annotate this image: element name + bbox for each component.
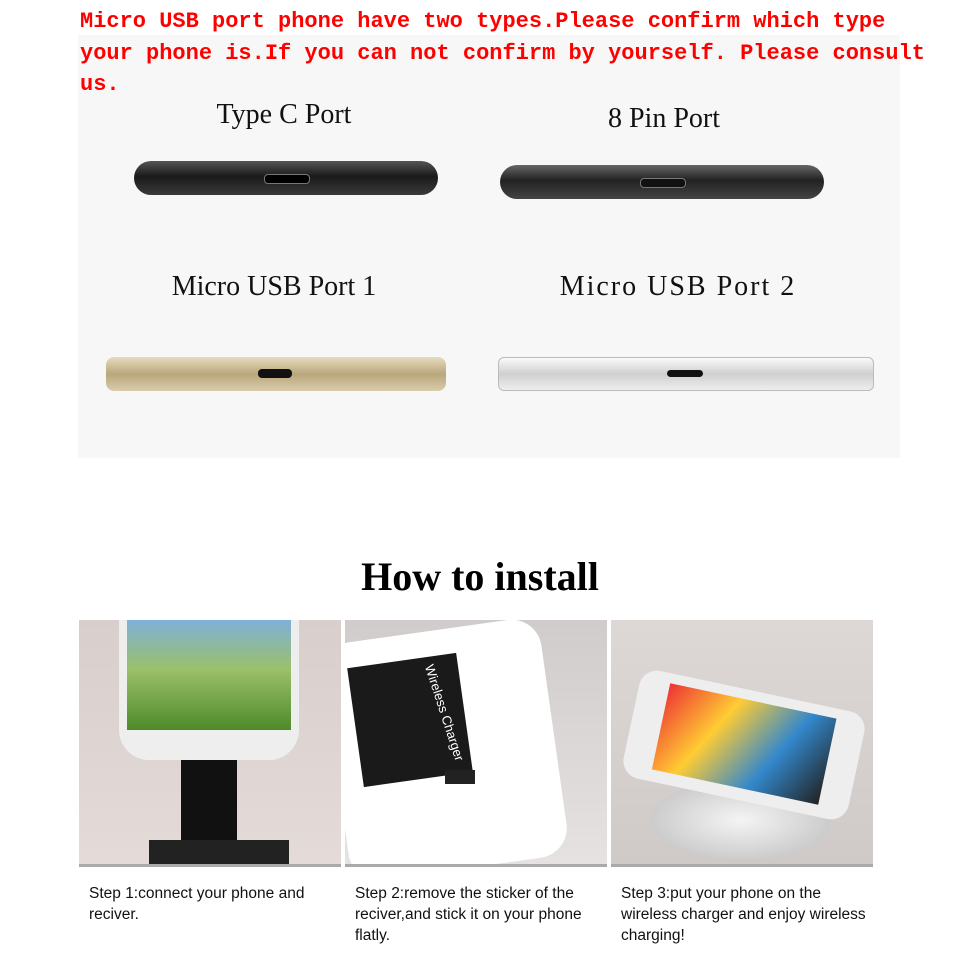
step-1-image bbox=[79, 620, 341, 867]
8-pin-phone-image bbox=[500, 165, 824, 199]
port-label-micro-usb-2: Micro USB Port 2 bbox=[559, 271, 797, 302]
micro-usb-2-phone-image bbox=[498, 357, 874, 391]
install-title: How to install bbox=[361, 554, 599, 599]
port-label-micro-usb-1: Micro USB Port 1 bbox=[171, 271, 377, 302]
type-c-phone-image bbox=[134, 161, 438, 195]
step-3-image bbox=[611, 620, 873, 867]
step-1: Step 1:connect your phone and reciver. bbox=[79, 620, 341, 925]
micro-usb-1-phone-image bbox=[106, 357, 446, 391]
step-1-caption: Step 1:connect your phone and reciver. bbox=[89, 885, 305, 923]
port-label-type-c: Type C Port bbox=[216, 99, 352, 130]
step-2-caption: Step 2:remove the sticker of the reciver… bbox=[355, 885, 582, 944]
port-label-8-pin: 8 Pin Port bbox=[607, 103, 721, 134]
step-3: Step 3:put your phone on the wireless ch… bbox=[611, 620, 873, 946]
step-2: Wireless Charger Step 2:remove the stick… bbox=[345, 620, 607, 946]
step-2-image: Wireless Charger bbox=[345, 620, 607, 867]
step-3-caption: Step 3:put your phone on the wireless ch… bbox=[621, 885, 866, 944]
notice-text: Micro USB port phone have two types.Plea… bbox=[80, 9, 925, 97]
